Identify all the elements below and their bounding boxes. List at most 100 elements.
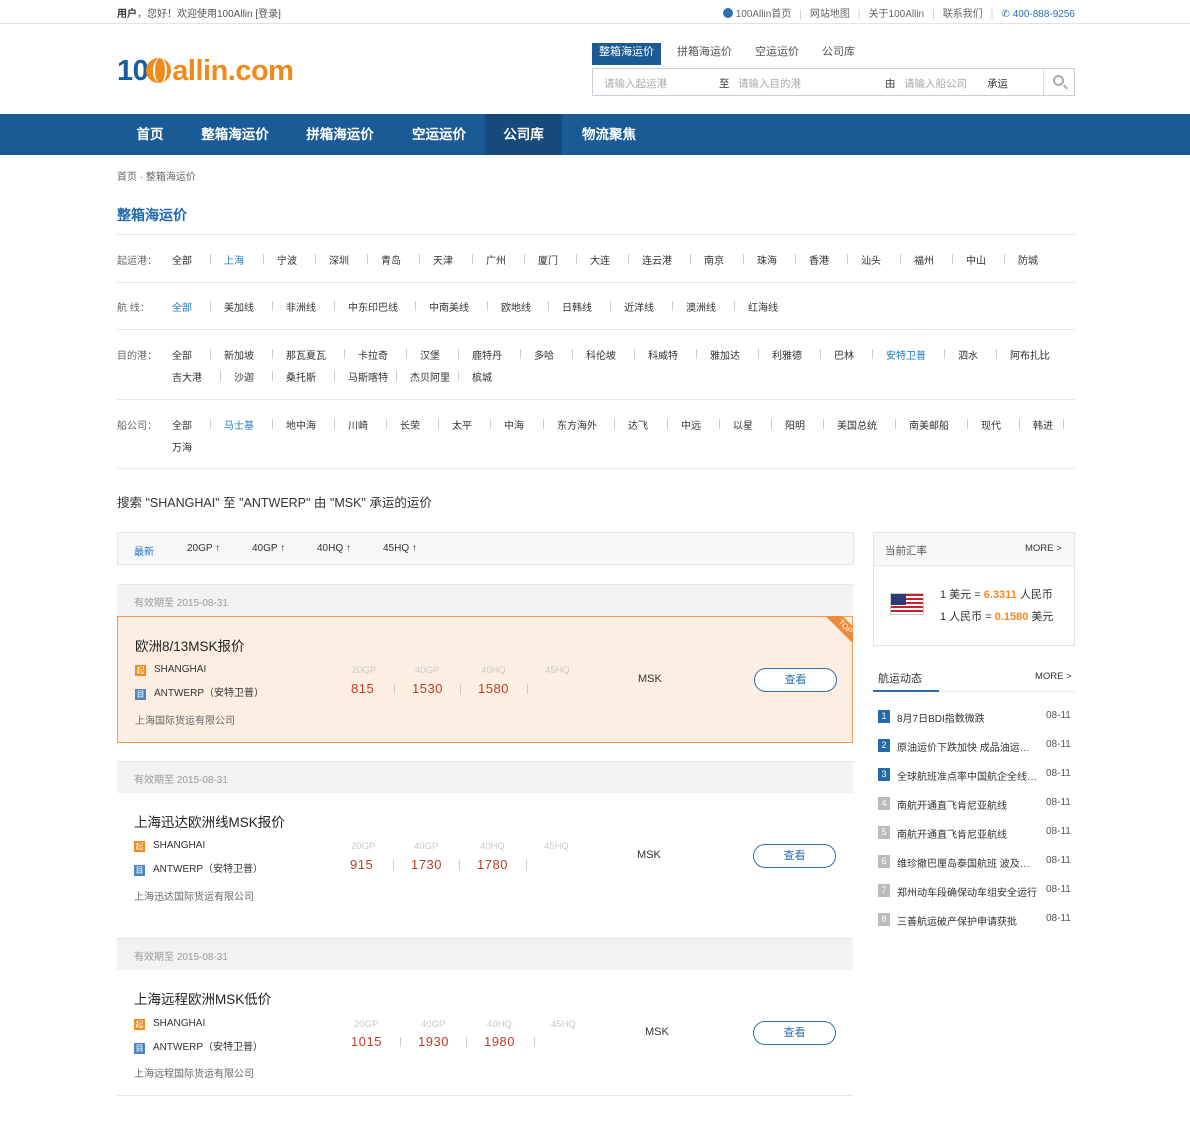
filter-option-carrier[interactable]: 美国总统 bbox=[837, 417, 877, 432]
origin-port-input[interactable]: 请输入起运港 bbox=[604, 76, 667, 91]
search-button[interactable] bbox=[1043, 69, 1074, 95]
filter-option-carrier[interactable]: 以星 bbox=[733, 417, 753, 432]
filter-option-dest[interactable]: 卡拉奇 bbox=[358, 347, 388, 362]
filter-option-origin[interactable]: 香港 bbox=[809, 252, 829, 267]
search-tab-company[interactable]: 公司库 bbox=[815, 43, 862, 65]
news-item-link[interactable]: 南航开通直飞肯尼亚航线 bbox=[897, 797, 1039, 812]
breadcrumb[interactable]: 首页 · 整箱海运价 bbox=[117, 168, 196, 183]
filter-option-origin[interactable]: 天津 bbox=[433, 252, 453, 267]
search-tab-fcl[interactable]: 整箱海运价 bbox=[592, 43, 661, 65]
top-link-about[interactable]: 关于100Allin bbox=[869, 5, 925, 20]
filter-option-dest[interactable]: 沙迦 bbox=[234, 369, 254, 384]
filter-option-origin[interactable]: 南京 bbox=[704, 252, 724, 267]
sort-40gp[interactable]: 40GP ↑ bbox=[252, 543, 285, 554]
filter-option-carrier[interactable]: 达飞 bbox=[628, 417, 648, 432]
filter-option-origin[interactable]: 防城 bbox=[1018, 252, 1038, 267]
news-more-link[interactable]: MORE > bbox=[1035, 671, 1072, 682]
news-item-link[interactable]: 维珍撤巴厘岛泰国航班 波及多条航线 bbox=[897, 855, 1039, 870]
filter-option-route[interactable]: 欧地线 bbox=[501, 299, 531, 314]
news-item-link[interactable]: 原油运价下跌加快 成品油运价走低 bbox=[897, 739, 1039, 754]
result-title[interactable]: 上海远程欧洲MSK低价 bbox=[134, 988, 271, 1008]
top-link-home[interactable]: 100Allin首页 bbox=[736, 5, 792, 20]
filter-option-dest[interactable]: 桑托斯 bbox=[286, 369, 316, 384]
filter-option-origin[interactable]: 大连 bbox=[590, 252, 610, 267]
filter-option-dest[interactable]: 泗水 bbox=[958, 347, 978, 362]
filter-option-origin[interactable]: 深圳 bbox=[329, 252, 349, 267]
news-item-link[interactable]: 8月7日BDI指数微跌 bbox=[897, 710, 1039, 725]
company-name[interactable]: 上海国际货运有限公司 bbox=[135, 712, 235, 727]
filter-option-dest[interactable]: 鹿特丹 bbox=[472, 347, 502, 362]
filter-option-origin[interactable]: 珠海 bbox=[757, 252, 777, 267]
filter-option-route[interactable]: 近洋线 bbox=[624, 299, 654, 314]
filter-option-origin[interactable]: 厦门 bbox=[538, 252, 558, 267]
nav-fcl[interactable]: 整箱海运价 bbox=[186, 114, 284, 155]
filter-option-route[interactable]: 中东印巴线 bbox=[348, 299, 398, 314]
news-item-link[interactable]: 南航开通直飞肯尼亚航线 bbox=[897, 826, 1039, 841]
view-button[interactable]: 查看 bbox=[753, 1021, 836, 1045]
filter-option-route[interactable]: 全部 bbox=[172, 299, 192, 314]
filter-option-carrier[interactable]: 万海 bbox=[172, 439, 192, 454]
filter-option-dest[interactable]: 全部 bbox=[172, 347, 192, 362]
filter-option-dest[interactable]: 科威特 bbox=[648, 347, 678, 362]
filter-option-origin[interactable]: 福州 bbox=[914, 252, 934, 267]
top-link-contact[interactable]: 联系我们 bbox=[943, 5, 983, 20]
filter-option-carrier[interactable]: 全部 bbox=[172, 417, 192, 432]
result-title[interactable]: 欧洲8/13MSK报价 bbox=[135, 635, 245, 655]
filter-option-carrier[interactable]: 马士基 bbox=[224, 417, 254, 432]
nav-logistics[interactable]: 物流聚焦 bbox=[570, 114, 648, 155]
filter-option-dest[interactable]: 吉大港 bbox=[172, 369, 202, 384]
filter-option-dest[interactable]: 那瓦夏瓦 bbox=[286, 347, 326, 362]
nav-company[interactable]: 公司库 bbox=[485, 114, 562, 155]
filter-option-carrier[interactable]: 现代 bbox=[981, 417, 1001, 432]
filter-option-carrier[interactable]: 太平 bbox=[452, 417, 472, 432]
sort-latest[interactable]: 最新 bbox=[134, 543, 154, 558]
news-item-link[interactable]: 三善航运破产保护申请获批 bbox=[897, 913, 1039, 928]
filter-option-route[interactable]: 红海线 bbox=[748, 299, 778, 314]
filter-option-origin[interactable]: 全部 bbox=[172, 252, 192, 267]
filter-option-dest[interactable]: 汉堡 bbox=[420, 347, 440, 362]
site-logo[interactable]: 10 allin.com bbox=[117, 55, 294, 88]
filter-option-dest[interactable]: 阿布扎比 bbox=[1010, 347, 1050, 362]
filter-option-dest[interactable]: 多哈 bbox=[534, 347, 554, 362]
company-name[interactable]: 上海迅达国际货运有限公司 bbox=[134, 888, 254, 903]
sort-45hq[interactable]: 45HQ ↑ bbox=[383, 543, 417, 554]
news-item-link[interactable]: 郑州动车段确保动车组安全运行 bbox=[897, 884, 1039, 899]
filter-option-origin[interactable]: 宁波 bbox=[277, 252, 297, 267]
filter-option-carrier[interactable]: 中远 bbox=[681, 417, 701, 432]
filter-option-carrier[interactable]: 南美邮船 bbox=[909, 417, 949, 432]
filter-option-carrier[interactable]: 长荣 bbox=[400, 417, 420, 432]
filter-option-origin[interactable]: 中山 bbox=[966, 252, 986, 267]
sort-20gp[interactable]: 20GP ↑ bbox=[187, 543, 220, 554]
sort-40hq[interactable]: 40HQ ↑ bbox=[317, 543, 351, 554]
filter-option-dest[interactable]: 马斯喀特 bbox=[348, 369, 388, 384]
greeting-message[interactable]: ，您好！欢迎使用100Allin [登录] bbox=[137, 9, 281, 20]
filter-option-carrier[interactable]: 韩进 bbox=[1033, 417, 1053, 432]
filter-option-carrier[interactable]: 中海 bbox=[504, 417, 524, 432]
filter-option-route[interactable]: 日韩线 bbox=[562, 299, 592, 314]
filter-option-route[interactable]: 澳洲线 bbox=[686, 299, 716, 314]
carrier-input[interactable]: 请输入船公司 bbox=[904, 76, 967, 91]
filter-option-origin[interactable]: 广州 bbox=[486, 252, 506, 267]
filter-option-carrier[interactable]: 川崎 bbox=[348, 417, 368, 432]
filter-option-route[interactable]: 美加线 bbox=[224, 299, 254, 314]
dest-port-input[interactable]: 请输入目的港 bbox=[738, 76, 801, 91]
filter-option-dest[interactable]: 槟城 bbox=[472, 369, 492, 384]
filter-option-dest[interactable]: 雅加达 bbox=[710, 347, 740, 362]
filter-option-carrier[interactable]: 地中海 bbox=[286, 417, 316, 432]
filter-option-route[interactable]: 中南美线 bbox=[429, 299, 469, 314]
filter-option-origin[interactable]: 连云港 bbox=[642, 252, 672, 267]
nav-home[interactable]: 首页 bbox=[118, 114, 182, 155]
search-tab-lcl[interactable]: 拼箱海运价 bbox=[670, 43, 739, 65]
filter-option-carrier[interactable]: 东方海外 bbox=[557, 417, 597, 432]
search-tab-air[interactable]: 空运运价 bbox=[748, 43, 806, 65]
filter-option-dest[interactable]: 科伦坡 bbox=[586, 347, 616, 362]
view-button[interactable]: 查看 bbox=[754, 668, 837, 692]
filter-option-dest[interactable]: 新加坡 bbox=[224, 347, 254, 362]
top-link-sitemap[interactable]: 网站地图 bbox=[810, 5, 850, 20]
filter-option-dest[interactable]: 利雅德 bbox=[772, 347, 802, 362]
news-item-link[interactable]: 全球航班准点率中国航企全线垫底 bbox=[897, 768, 1039, 783]
filter-option-dest[interactable]: 杰贝阿里 bbox=[410, 369, 450, 384]
filter-option-origin[interactable]: 上海 bbox=[224, 252, 244, 267]
filter-option-dest[interactable]: 巴林 bbox=[834, 347, 854, 362]
filter-option-carrier[interactable]: 阳明 bbox=[785, 417, 805, 432]
